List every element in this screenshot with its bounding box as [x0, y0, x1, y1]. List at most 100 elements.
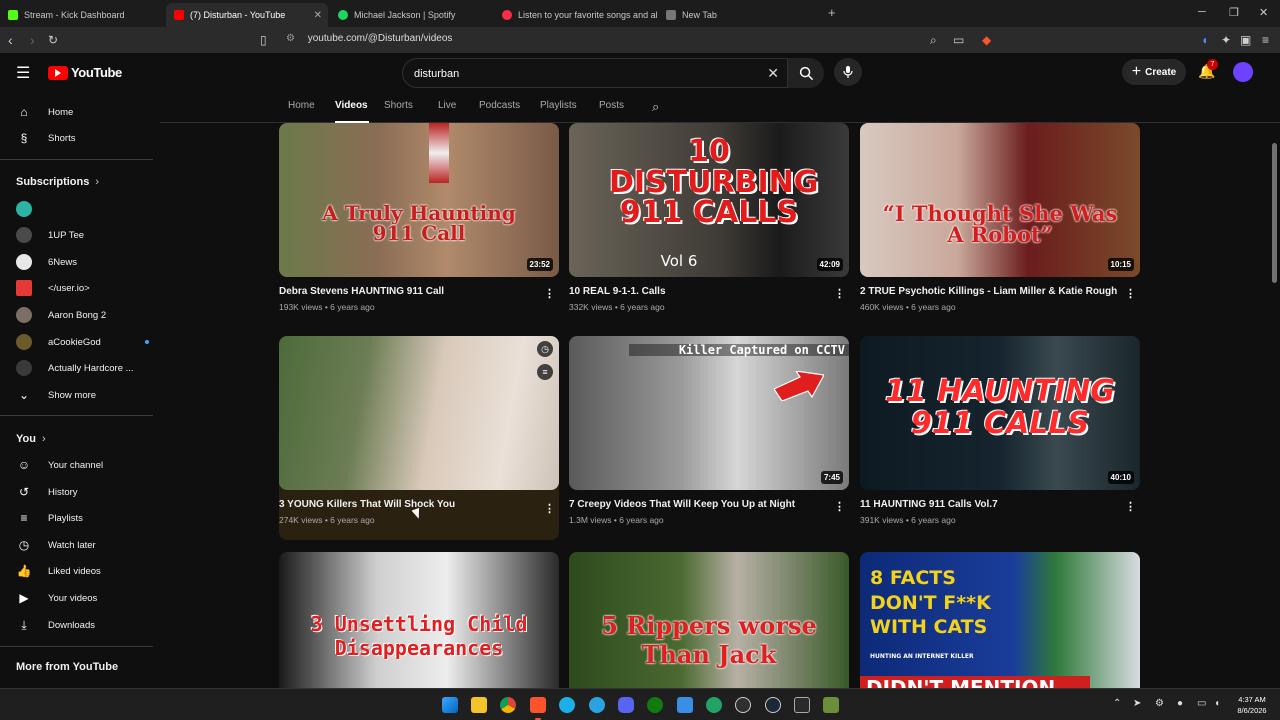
browser-tab[interactable]: New Tab: [658, 3, 820, 27]
app-icon[interactable]: [559, 697, 575, 713]
create-button[interactable]: + Create: [1122, 59, 1186, 85]
subscription-item[interactable]: Aaron Bong 2: [16, 302, 156, 328]
close-tab-icon[interactable]: ✕: [314, 10, 322, 21]
speaker-icon[interactable]: ◖: [1201, 33, 1208, 47]
video-title[interactable]: 2 TRUE Psychotic Killings - Liam Miller …: [860, 286, 1120, 297]
sidebar-item-your-videos[interactable]: ▶ Your videos: [16, 585, 156, 611]
channel-search-icon[interactable]: ⌕: [652, 99, 659, 115]
windows-start-icon[interactable]: [442, 697, 458, 713]
browser-tab-active[interactable]: (7) Disturban - YouTube ✕: [166, 3, 328, 27]
video-thumbnail[interactable]: 5 Rippers worse Than Jack: [569, 552, 849, 688]
more-actions-icon[interactable]: ⋮: [1125, 500, 1136, 513]
tab-podcasts[interactable]: Podcasts: [479, 100, 520, 111]
restore-icon[interactable]: ❐: [1229, 6, 1239, 19]
sidebar-toggle-icon[interactable]: ▣: [1240, 33, 1251, 47]
reload-icon[interactable]: ↻: [48, 33, 58, 47]
browser-tab[interactable]: Michael Jackson | Spotify: [330, 3, 492, 27]
browser-tab[interactable]: Stream - Kick Dashboard: [0, 3, 166, 27]
tab-playlists[interactable]: Playlists: [540, 100, 577, 111]
video-card[interactable]: “I Thought She Was A Robot” 10:15 2 TRUE…: [860, 123, 1140, 312]
video-thumbnail[interactable]: ◷ ≡: [279, 336, 559, 490]
tab-posts[interactable]: Posts: [599, 100, 624, 111]
tray-overflow-icon[interactable]: ⌃: [1113, 698, 1121, 709]
microphone-tray-icon[interactable]: ●: [1177, 698, 1183, 709]
zoom-icon[interactable]: ⌕: [930, 33, 937, 48]
scrollbar-thumb[interactable]: [1272, 143, 1277, 283]
show-more-button[interactable]: ⌄ Show more: [16, 382, 156, 408]
brave-shield-icon[interactable]: ◆: [982, 33, 991, 47]
video-thumbnail[interactable]: Killer Captured on CCTV 7:45: [569, 336, 849, 490]
video-title[interactable]: 3 YOUNG Killers That Will Shock You: [279, 499, 539, 510]
sidebar-item-history[interactable]: ↺ History: [16, 479, 156, 505]
url-field[interactable]: ⚙ youtube.com/@Disturban/videos: [286, 33, 1006, 49]
clear-search-icon[interactable]: ✕: [767, 65, 779, 82]
epic-games-icon[interactable]: [794, 697, 810, 713]
video-thumbnail[interactable]: 3 Unsettling Child Disappearances: [279, 552, 559, 688]
sidebar-item-shorts[interactable]: § Shorts: [16, 125, 156, 151]
video-card[interactable]: A Truly Haunting 911 Call 23:52 Debra St…: [279, 123, 559, 312]
steam-icon[interactable]: [765, 697, 781, 713]
more-actions-icon[interactable]: ⋮: [834, 287, 845, 300]
tab-home[interactable]: Home: [288, 100, 315, 111]
video-card[interactable]: 11 HAUNTING 911 CALLS 40:10 11 HAUNTING …: [860, 336, 1140, 525]
close-window-icon[interactable]: ✕: [1259, 6, 1268, 19]
site-info-icon[interactable]: ⚙: [286, 33, 295, 44]
display-tray-icon[interactable]: ▭: [1197, 698, 1206, 709]
cast-icon[interactable]: ▭: [953, 33, 964, 47]
video-thumbnail[interactable]: 8 FACTS DON'T F**K WITH CATS HUNTING AN …: [860, 552, 1140, 688]
sidebar-item-downloads[interactable]: ⤓ Downloads: [16, 612, 156, 638]
back-icon[interactable]: ‹: [8, 32, 13, 48]
subscription-item[interactable]: </user.io>: [16, 275, 156, 301]
subscription-item[interactable]: 6News: [16, 249, 156, 275]
video-title[interactable]: 11 HAUNTING 911 Calls Vol.7: [860, 499, 1120, 510]
watch-later-icon[interactable]: ◷: [537, 341, 553, 357]
bookmark-icon[interactable]: ▯: [260, 33, 267, 47]
account-avatar[interactable]: [1233, 62, 1253, 82]
more-actions-icon[interactable]: ⋮: [544, 287, 555, 300]
minimize-icon[interactable]: ─: [1198, 6, 1206, 18]
browser-tab[interactable]: Listen to your favorite songs and alb: [494, 3, 658, 27]
volume-icon[interactable]: ◖: [1214, 698, 1220, 709]
discord-icon[interactable]: [618, 697, 634, 713]
page-scrollbar[interactable]: [1270, 123, 1280, 688]
xbox-icon[interactable]: [647, 697, 663, 713]
sidebar-item-your-channel[interactable]: ☺ Your channel: [16, 452, 156, 478]
video-title[interactable]: Debra Stevens HAUNTING 911 Call: [279, 286, 539, 297]
sidebar-item-liked-videos[interactable]: 👍 Liked videos: [16, 558, 156, 584]
video-thumbnail[interactable]: “I Thought She Was A Robot” 10:15: [860, 123, 1140, 277]
voice-search-button[interactable]: [834, 58, 862, 86]
minecraft-icon[interactable]: [823, 697, 839, 713]
tab-videos[interactable]: Videos: [335, 100, 368, 111]
sidebar-item-watch-later[interactable]: ◷ Watch later: [16, 532, 156, 558]
video-title[interactable]: 7 Creepy Videos That Will Keep You Up at…: [569, 499, 829, 510]
video-title[interactable]: 10 REAL 9-1-1. Calls: [569, 286, 829, 297]
extensions-icon[interactable]: ✦: [1221, 33, 1231, 47]
add-to-queue-icon[interactable]: ≡: [537, 364, 553, 380]
chrome-icon[interactable]: [500, 697, 516, 713]
subscription-item[interactable]: aCookieGod: [16, 329, 156, 355]
video-thumbnail[interactable]: A Truly Haunting 911 Call 23:52: [279, 123, 559, 277]
more-actions-icon[interactable]: ⋮: [834, 500, 845, 513]
you-heading[interactable]: You ›: [16, 433, 46, 445]
subscription-item[interactable]: [16, 196, 156, 222]
hamburger-menu-icon[interactable]: ☰: [16, 63, 30, 83]
file-explorer-icon[interactable]: [471, 697, 487, 713]
search-input[interactable]: disturban ✕: [402, 58, 788, 88]
search-button[interactable]: [788, 58, 824, 88]
tab-live[interactable]: Live: [438, 100, 456, 111]
store-icon[interactable]: [677, 697, 693, 713]
video-card[interactable]: 8 FACTS DON'T F**K WITH CATS HUNTING AN …: [860, 552, 1140, 688]
subscription-item[interactable]: 1UP Tee: [16, 222, 156, 248]
video-card[interactable]: 10 DISTURBING 911 CALLS Vol 6 42:09 10 R…: [569, 123, 849, 312]
video-thumbnail[interactable]: 11 HAUNTING 911 CALLS 40:10: [860, 336, 1140, 490]
brave-icon[interactable]: [530, 697, 546, 713]
video-thumbnail[interactable]: 10 DISTURBING 911 CALLS Vol 6 42:09: [569, 123, 849, 277]
subscriptions-heading[interactable]: Subscriptions ›: [16, 176, 99, 188]
telegram-icon[interactable]: [589, 697, 605, 713]
sidebar-item-playlists[interactable]: ≡ Playlists: [16, 505, 156, 531]
video-card[interactable]: 5 Rippers worse Than Jack: [569, 552, 849, 688]
forward-icon[interactable]: ›: [30, 32, 35, 48]
sidebar-item-home[interactable]: ⌂ Home: [16, 99, 156, 125]
obs-icon[interactable]: [735, 697, 751, 713]
tray-app-icon[interactable]: ⚙: [1155, 698, 1164, 709]
